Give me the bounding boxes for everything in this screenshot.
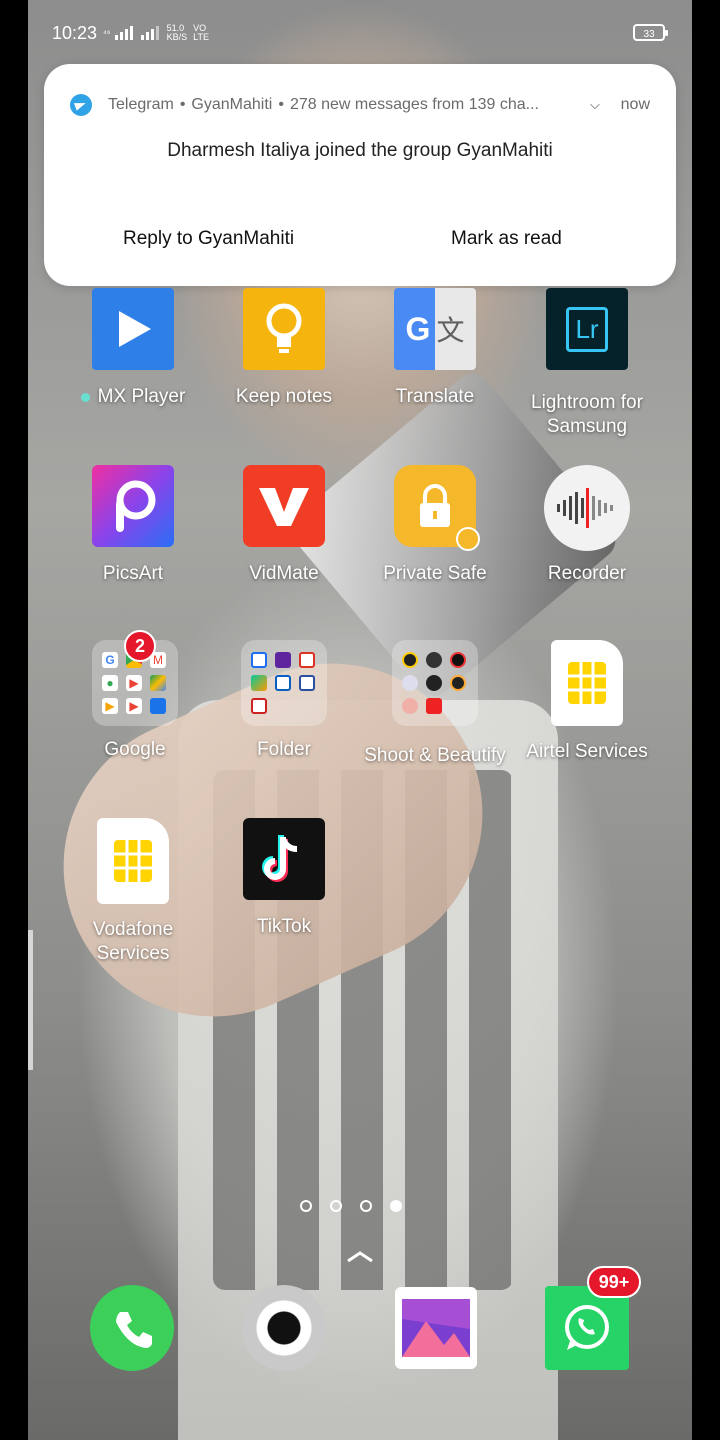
waveform-icon (544, 465, 630, 551)
app-label: MX Player (58, 385, 208, 409)
app-label: Lightroom for Samsung (531, 392, 643, 437)
folder-google[interactable]: G M ● ▶ ▶ ▶ 2 Google (60, 630, 210, 762)
battery-icon: 33 (633, 24, 668, 41)
phone-icon (90, 1285, 174, 1371)
app-label: Keep notes (235, 386, 333, 407)
separator-dot: • (278, 96, 284, 113)
app-label: Translate (395, 386, 475, 407)
notification-app-name: Telegram (108, 96, 174, 113)
app-label: TikTok (256, 916, 312, 937)
dock-whatsapp[interactable]: 99+ (545, 1266, 641, 1370)
lightroom-icon-text: Lr (566, 306, 608, 352)
app-airtel-services[interactable]: Airtel Services (512, 640, 662, 764)
folder-shoot-beautify[interactable]: Shoot & Beautify (360, 640, 510, 768)
lock-icon (394, 465, 480, 551)
network-type: ⁴⁶ (103, 27, 111, 38)
lightroom-icon: Lr (546, 288, 628, 370)
telegram-notification[interactable]: Telegram • GyanMahiti • 278 new messages… (44, 64, 676, 286)
play-icon (92, 288, 174, 370)
notification-summary: 278 new messages from 139 cha... (289, 96, 539, 113)
folder-icon (392, 640, 478, 726)
translate-icon: G文 (394, 288, 476, 370)
volte-icon: VO LTE (193, 23, 209, 42)
page-dot (330, 1200, 342, 1212)
telegram-icon (70, 94, 92, 116)
whatsapp-icon: 99+ (545, 1266, 641, 1370)
app-label: PicsArt (102, 563, 164, 584)
notification-badge: 99+ (587, 1266, 641, 1298)
dock-phone[interactable] (90, 1285, 174, 1371)
separator-dot: • (179, 96, 186, 113)
app-translate[interactable]: G文 Translate (360, 288, 510, 409)
picsart-icon (92, 465, 174, 547)
vidmate-icon (243, 465, 325, 547)
app-label: Shoot & Beautify (364, 745, 506, 766)
signal-icon (114, 26, 133, 40)
mark-as-read-button[interactable]: Mark as read (451, 228, 562, 250)
notification-header: Telegram • GyanMahiti • 278 new messages… (70, 94, 650, 116)
gallery-icon (395, 1287, 477, 1369)
battery-level: 33 (643, 29, 655, 40)
app-keep-notes[interactable]: Keep notes (209, 288, 359, 409)
page-dot (360, 1200, 372, 1212)
chevron-up-icon[interactable] (346, 1246, 374, 1263)
page-dot (300, 1200, 312, 1212)
clock: 10:23 (52, 22, 98, 43)
signal-icon-2 (140, 26, 159, 40)
app-tiktok[interactable]: TikTok (209, 818, 359, 939)
net-speed: 51.0 KB/S (167, 24, 188, 42)
tiktok-icon (243, 818, 325, 900)
dock-gallery[interactable] (394, 1286, 478, 1370)
edge-panel-handle[interactable] (28, 930, 33, 1070)
lightbulb-icon (243, 288, 325, 370)
app-label: Private Safe (383, 563, 487, 584)
app-picsart[interactable]: PicsArt (58, 465, 208, 586)
app-private-safe[interactable]: Private Safe (360, 465, 510, 586)
app-label: Vodafone Services (92, 919, 174, 964)
page-dot-current (390, 1200, 402, 1212)
app-label: VidMate (249, 563, 319, 584)
reply-button[interactable]: Reply to GyanMahiti (123, 228, 294, 250)
sim-card-icon (551, 640, 623, 726)
notification-time: now (620, 96, 650, 113)
status-bar: 10:23 ⁴⁶ 51.0 KB/S VO LTE (52, 18, 217, 48)
notification-badge: 2 (124, 630, 156, 662)
app-vidmate[interactable]: VidMate (209, 465, 359, 586)
notification-group: GyanMahiti (191, 96, 273, 113)
clock-badge-icon (456, 527, 480, 551)
app-recorder[interactable]: Recorder (512, 465, 662, 586)
page-indicator[interactable] (300, 1200, 402, 1212)
notification-message: Dharmesh Italiya joined the group GyanMa… (167, 140, 553, 161)
app-label: Airtel Services (526, 741, 648, 762)
app-vodafone-services[interactable]: Vodafone Services (58, 818, 208, 966)
app-lightroom[interactable]: Lr Lightroom for Samsung (512, 288, 662, 439)
app-label: Folder (257, 739, 311, 760)
sim-card-icon (97, 818, 169, 904)
new-app-dot (80, 393, 90, 402)
app-mx-player[interactable]: MX Player (58, 288, 208, 409)
chevron-down-icon[interactable]: ⌵ (590, 97, 600, 113)
folder-icon (241, 640, 327, 726)
app-label: Recorder (547, 563, 627, 584)
net-speed-unit: KB/S (166, 32, 188, 42)
folder-misc[interactable]: Folder (209, 640, 359, 762)
app-label: Google (104, 739, 166, 760)
camera-icon (242, 1285, 326, 1371)
dock-camera[interactable] (242, 1285, 326, 1371)
folder-icon: G M ● ▶ ▶ ▶ 2 (92, 630, 178, 726)
app-label-text: MX Player (97, 386, 186, 407)
